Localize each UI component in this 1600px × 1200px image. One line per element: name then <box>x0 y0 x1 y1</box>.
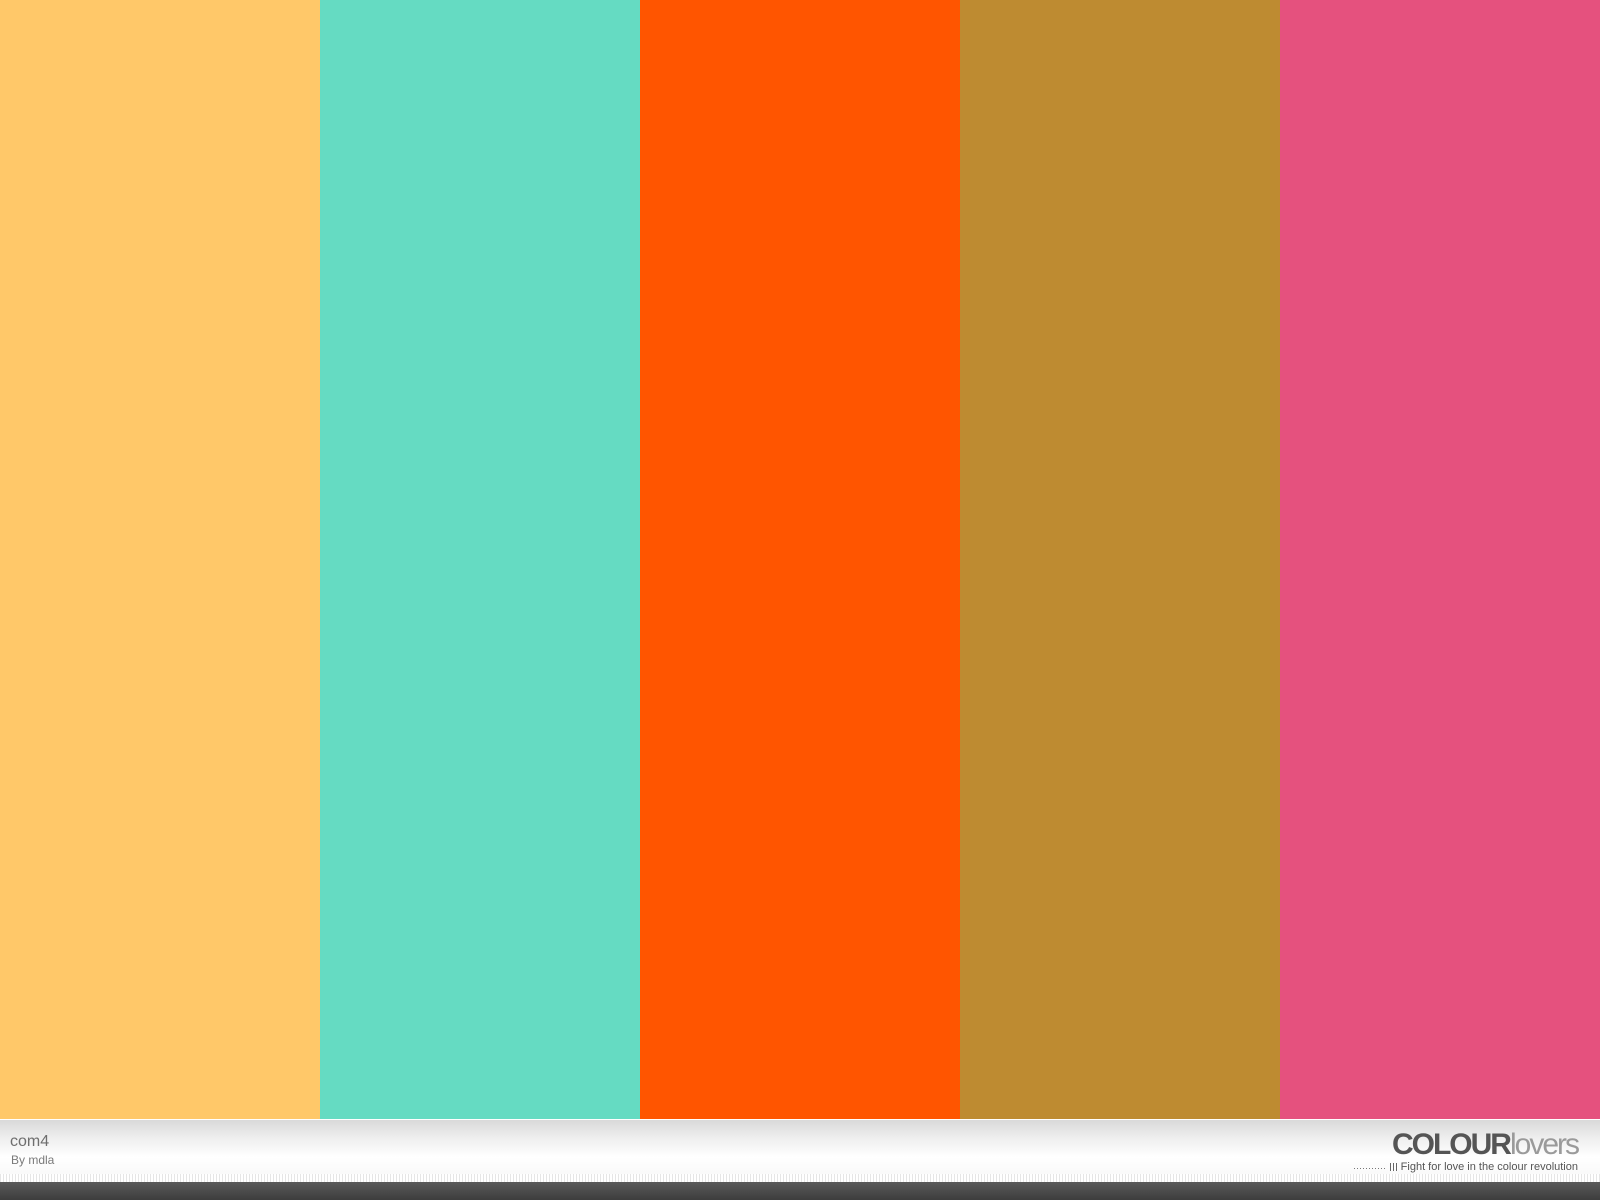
palette-title: com4 <box>10 1133 50 1150</box>
palette-footer: com4 By mdla COLOURlovers Fight for love… <box>0 1119 1600 1182</box>
brand-logo: COLOURlovers <box>1354 1128 1580 1161</box>
color-swatch-yellow-orange[interactable] <box>0 0 320 1119</box>
footer-stripes <box>0 1174 1600 1182</box>
brand-tagline: Fight for love in the colour revolution <box>1400 1161 1578 1173</box>
color-swatch-orange-red[interactable] <box>640 0 960 1119</box>
dotted-line-icon <box>1353 1164 1386 1170</box>
grid-icon <box>1389 1163 1398 1171</box>
brand-tagline-row: Fight for love in the colour revolution <box>1353 1161 1578 1173</box>
color-swatch-ochre[interactable] <box>960 0 1280 1119</box>
palette-page: com4 By mdla COLOURlovers Fight for love… <box>0 0 1600 1200</box>
palette-swatches <box>0 0 1600 1119</box>
bottom-bar <box>0 1182 1600 1200</box>
color-swatch-pink[interactable] <box>1280 0 1600 1119</box>
brand-logo-strong: COLOUR <box>1391 1128 1512 1161</box>
palette-author[interactable]: By mdla <box>11 1153 54 1167</box>
brand-logo-light: lovers <box>1509 1128 1580 1161</box>
colourlovers-brand[interactable]: COLOURlovers Fight for love in the colou… <box>1353 1128 1580 1173</box>
color-swatch-turquoise[interactable] <box>320 0 640 1119</box>
